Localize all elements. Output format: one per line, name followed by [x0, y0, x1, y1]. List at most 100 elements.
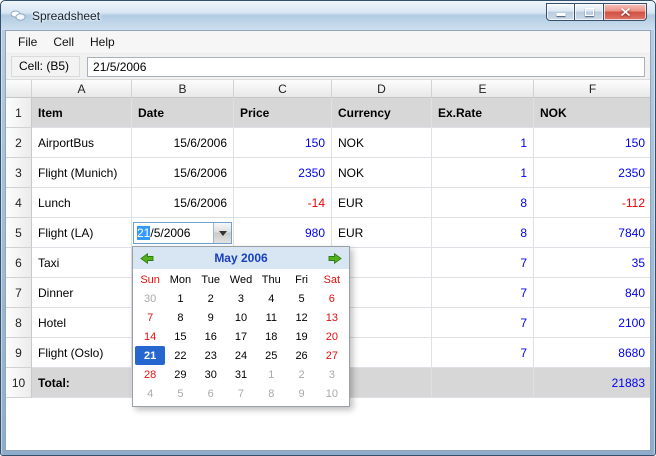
- column-header-D[interactable]: D: [332, 80, 432, 98]
- titlebar[interactable]: Spreadsheet: [1, 1, 655, 30]
- cell-F4[interactable]: -112: [534, 188, 650, 218]
- cell-F9[interactable]: 8680: [534, 338, 650, 368]
- calendar-day[interactable]: 10: [226, 308, 256, 327]
- corner-cell[interactable]: [6, 80, 32, 98]
- cell-C3[interactable]: 2350: [234, 158, 332, 188]
- calendar-day[interactable]: 3: [317, 365, 347, 384]
- cell-D4[interactable]: EUR: [332, 188, 432, 218]
- calendar-day[interactable]: 16: [196, 327, 226, 346]
- cell-C2[interactable]: 150: [234, 128, 332, 158]
- calendar-day[interactable]: 2: [286, 365, 316, 384]
- previous-month-button[interactable]: [137, 250, 157, 266]
- cell-A8[interactable]: Hotel: [32, 308, 132, 338]
- cell-A5[interactable]: Flight (LA): [32, 218, 132, 248]
- calendar-selected-day[interactable]: 21: [135, 346, 166, 365]
- menu-item-help[interactable]: Help: [82, 33, 123, 51]
- calendar-day[interactable]: 13: [317, 308, 347, 327]
- cell-E2[interactable]: 1: [432, 128, 534, 158]
- calendar-day[interactable]: 15: [165, 327, 195, 346]
- minimize-button[interactable]: [546, 3, 575, 21]
- row-header-10[interactable]: 10: [6, 368, 32, 398]
- cell-E5[interactable]: 8: [432, 218, 534, 248]
- calendar-day[interactable]: 26: [286, 346, 316, 365]
- date-combobox[interactable]: 21/5/2006: [133, 221, 232, 244]
- cell-F7[interactable]: 840: [534, 278, 650, 308]
- calendar-day[interactable]: 4: [135, 384, 165, 403]
- calendar-day[interactable]: 8: [165, 308, 195, 327]
- calendar-day[interactable]: 30: [196, 365, 226, 384]
- cell-A6[interactable]: Taxi: [32, 248, 132, 278]
- calendar-day[interactable]: 1: [256, 365, 286, 384]
- cell-E1[interactable]: Ex.Rate: [432, 98, 534, 128]
- cell-F6[interactable]: 35: [534, 248, 650, 278]
- cell-B3[interactable]: 15/6/2006: [132, 158, 234, 188]
- row-header-8[interactable]: 8: [6, 308, 32, 338]
- cell-F1[interactable]: NOK: [534, 98, 650, 128]
- row-header-7[interactable]: 7: [6, 278, 32, 308]
- cell-E4[interactable]: 8: [432, 188, 534, 218]
- cell-A4[interactable]: Lunch: [32, 188, 132, 218]
- row-header-3[interactable]: 3: [6, 158, 32, 188]
- cell-A2[interactable]: AirportBus: [32, 128, 132, 158]
- cell-B1[interactable]: Date: [132, 98, 234, 128]
- calendar-day[interactable]: 31: [226, 365, 256, 384]
- calendar-day[interactable]: 3: [226, 289, 256, 308]
- next-month-button[interactable]: [325, 250, 345, 266]
- maximize-button[interactable]: [575, 3, 604, 21]
- column-header-F[interactable]: F: [534, 80, 650, 98]
- calendar-day[interactable]: 29: [165, 365, 195, 384]
- calendar-day[interactable]: 23: [196, 346, 226, 365]
- cell-E9[interactable]: 7: [432, 338, 534, 368]
- calendar-day[interactable]: 9: [196, 308, 226, 327]
- calendar-day[interactable]: 9: [286, 384, 316, 403]
- cell-A9[interactable]: Flight (Oslo): [32, 338, 132, 368]
- calendar-day[interactable]: 8: [256, 384, 286, 403]
- cell-value-input[interactable]: 21/5/2006: [87, 56, 645, 77]
- calendar-day[interactable]: 2: [196, 289, 226, 308]
- calendar-day[interactable]: 6: [317, 289, 347, 308]
- cell-F10[interactable]: 21883: [534, 368, 650, 398]
- cell-E3[interactable]: 1: [432, 158, 534, 188]
- calendar-month-title[interactable]: May 2006: [157, 251, 325, 265]
- cell-D1[interactable]: Currency: [332, 98, 432, 128]
- date-dropdown-button[interactable]: [213, 222, 231, 243]
- calendar-day[interactable]: 1: [165, 289, 195, 308]
- menu-item-file[interactable]: File: [10, 33, 45, 51]
- cell-C1[interactable]: Price: [234, 98, 332, 128]
- calendar-day[interactable]: 14: [135, 327, 165, 346]
- cell-E7[interactable]: 7: [432, 278, 534, 308]
- column-header-E[interactable]: E: [432, 80, 534, 98]
- cell-B2[interactable]: 15/6/2006: [132, 128, 234, 158]
- row-header-6[interactable]: 6: [6, 248, 32, 278]
- cell-A7[interactable]: Dinner: [32, 278, 132, 308]
- row-header-1[interactable]: 1: [6, 98, 32, 128]
- calendar-day[interactable]: 18: [256, 327, 286, 346]
- cell-F2[interactable]: 150: [534, 128, 650, 158]
- calendar-day[interactable]: 5: [165, 384, 195, 403]
- column-header-A[interactable]: A: [32, 80, 132, 98]
- calendar-day[interactable]: 10: [317, 384, 347, 403]
- calendar-day[interactable]: 4: [256, 289, 286, 308]
- close-button[interactable]: [604, 3, 647, 21]
- row-header-5[interactable]: 5: [6, 218, 32, 248]
- cell-F8[interactable]: 2100: [534, 308, 650, 338]
- date-editor[interactable]: 21/5/2006: [134, 223, 213, 243]
- column-header-C[interactable]: C: [234, 80, 332, 98]
- cell-E6[interactable]: 7: [432, 248, 534, 278]
- menu-item-cell[interactable]: Cell: [45, 33, 82, 51]
- cell-F5[interactable]: 7840: [534, 218, 650, 248]
- cell-A3[interactable]: Flight (Munich): [32, 158, 132, 188]
- calendar-day[interactable]: 22: [165, 346, 195, 365]
- calendar-day[interactable]: 27: [317, 346, 347, 365]
- cell-A1[interactable]: Item: [32, 98, 132, 128]
- calendar-day[interactable]: 11: [256, 308, 286, 327]
- calendar-day[interactable]: 20: [317, 327, 347, 346]
- calendar-day[interactable]: 28: [135, 365, 165, 384]
- cell-D2[interactable]: NOK: [332, 128, 432, 158]
- calendar-day[interactable]: 30: [135, 289, 165, 308]
- cell-B4[interactable]: 15/6/2006: [132, 188, 234, 218]
- cell-B5[interactable]: 21/5/2006: [132, 218, 234, 248]
- cell-D5[interactable]: EUR: [332, 218, 432, 248]
- calendar-day[interactable]: 19: [286, 327, 316, 346]
- calendar-day[interactable]: 12: [286, 308, 316, 327]
